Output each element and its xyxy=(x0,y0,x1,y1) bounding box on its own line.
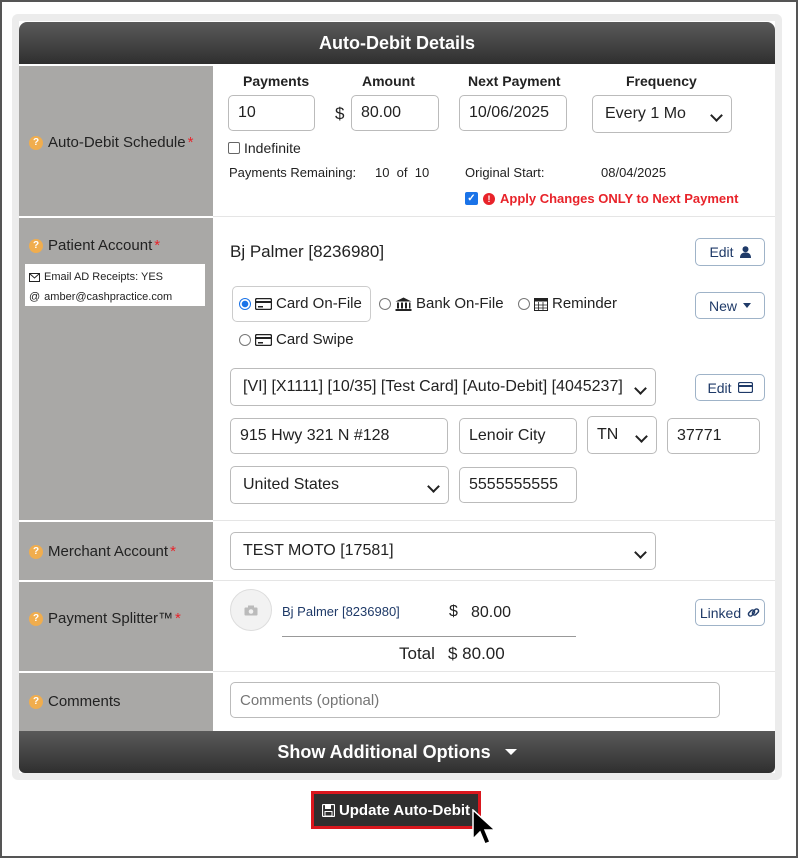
patient-label: Patient Account xyxy=(48,237,153,254)
show-additional-options-label: Show Additional Options xyxy=(277,741,491,762)
indefinite-label: Indefinite xyxy=(244,140,301,156)
show-additional-options-bar[interactable]: Show Additional Options xyxy=(19,731,775,773)
help-icon[interactable]: ? xyxy=(29,694,43,709)
payments-header: Payments xyxy=(243,73,310,89)
card-swipe-option[interactable]: Card Swipe xyxy=(239,331,354,348)
amount-header: Amount xyxy=(362,73,415,89)
panel-header: Auto-Debit Details xyxy=(19,22,775,64)
original-start-label: Original Start: xyxy=(465,165,545,180)
payments-remaining-value: 10 of 10 xyxy=(375,165,430,180)
city-input[interactable]: Lenoir City xyxy=(459,418,577,454)
state-select[interactable]: TN xyxy=(587,416,657,454)
amount-currency: $ xyxy=(335,104,345,123)
at-icon: @ xyxy=(29,291,41,303)
total-value: $ 80.00 xyxy=(448,644,505,663)
comments-label-cell: ? Comments xyxy=(19,671,213,731)
mouse-cursor-icon xyxy=(472,809,497,845)
frequency-select[interactable]: Every 1 Mo xyxy=(592,95,732,133)
apply-changes-checkbox[interactable]: ✓ xyxy=(465,192,478,205)
frequency-header: Frequency xyxy=(626,73,697,89)
calendar-icon xyxy=(534,297,548,311)
panel-title: Auto-Debit Details xyxy=(318,32,475,53)
merchant-select[interactable]: TEST MOTO [17581] xyxy=(230,532,656,570)
next-payment-header: Next Payment xyxy=(468,73,561,89)
address-input[interactable]: 915 Hwy 321 N #128 xyxy=(230,418,448,454)
credit-card-icon xyxy=(255,333,272,346)
card-on-file-option[interactable]: Card On-File xyxy=(239,295,362,312)
update-auto-debit-button[interactable]: Update Auto-Debit xyxy=(311,791,481,829)
caret-down-icon xyxy=(743,303,751,308)
splitter-patient-link[interactable]: Bj Palmer [8236980] xyxy=(282,604,400,619)
apply-changes-label: Apply Changes ONLY to Next Payment xyxy=(500,191,739,206)
payments-input[interactable]: 10 xyxy=(228,95,315,131)
patient-contact-box: Email AD Receipts: YES @ amber@cashpract… xyxy=(25,264,205,306)
patient-label-cell: ? Patient Account * Email AD Receipts: YE… xyxy=(19,216,213,520)
original-start-value: 08/04/2025 xyxy=(601,165,667,180)
indefinite-checkbox[interactable] xyxy=(228,142,240,154)
user-icon xyxy=(739,246,751,258)
patient-name: Bj Palmer [8236980] xyxy=(230,242,385,261)
credit-card-icon xyxy=(737,382,753,393)
total-label: Total xyxy=(399,644,435,663)
indefinite-option[interactable]: Indefinite xyxy=(228,140,301,156)
linked-button[interactable]: Linked xyxy=(695,599,765,626)
credit-card-icon xyxy=(255,297,272,310)
bank-on-file-option[interactable]: Bank On-File xyxy=(379,295,504,312)
schedule-label-cell: ? Auto-Debit Schedule * xyxy=(19,64,213,216)
card-select[interactable]: [VI] [X1111] [10/35] [Test Card] [Auto-D… xyxy=(230,368,656,406)
caret-down-icon xyxy=(504,749,517,755)
edit-patient-button[interactable]: Edit xyxy=(695,238,765,266)
help-icon[interactable]: ? xyxy=(29,238,43,253)
country-select[interactable]: United States xyxy=(230,466,449,504)
avatar xyxy=(230,589,272,631)
envelope-icon xyxy=(29,272,40,282)
merchant-label-cell: ? Merchant Account * xyxy=(19,520,213,580)
card-on-file-radio[interactable] xyxy=(239,297,251,310)
apply-changes-option[interactable]: ✓ ! Apply Changes ONLY to Next Payment xyxy=(465,191,738,206)
splitter-currency: $ xyxy=(449,603,458,620)
card-swipe-radio[interactable] xyxy=(239,333,251,346)
amount-input[interactable]: 80.00 xyxy=(351,95,439,131)
schedule-label: Auto-Debit Schedule xyxy=(48,134,186,151)
payments-remaining-label: Payments Remaining: xyxy=(229,165,357,180)
reminder-radio[interactable] xyxy=(518,297,530,310)
reminder-option[interactable]: Reminder xyxy=(518,295,617,312)
phone-input[interactable]: 5555555555 xyxy=(459,467,577,503)
save-icon xyxy=(321,803,335,817)
next-payment-input[interactable]: 10/06/2025 xyxy=(459,95,567,131)
splitter-label: Payment Splitter™ xyxy=(48,610,174,627)
edit-card-button[interactable]: Edit xyxy=(695,374,765,401)
patient-email: amber@cashpractice.com xyxy=(44,291,173,303)
comments-input[interactable] xyxy=(230,682,720,718)
merchant-label: Merchant Account xyxy=(48,543,169,560)
new-payment-method-button[interactable]: New xyxy=(695,292,765,319)
comments-label: Comments xyxy=(48,693,121,710)
help-icon[interactable]: ? xyxy=(29,135,43,150)
help-icon[interactable]: ? xyxy=(29,611,43,626)
splitter-amount: 80.00 xyxy=(471,604,512,621)
splitter-label-cell: ? Payment Splitter™ * xyxy=(19,580,213,671)
email-receipts-status: Email AD Receipts: YES xyxy=(44,271,164,283)
camera-icon xyxy=(244,605,258,615)
bank-icon xyxy=(395,297,412,311)
help-icon[interactable]: ? xyxy=(29,544,43,559)
zip-input[interactable]: 37771 xyxy=(667,418,760,454)
alert-icon: ! xyxy=(483,192,495,205)
bank-on-file-radio[interactable] xyxy=(379,297,391,310)
link-icon xyxy=(747,608,760,617)
